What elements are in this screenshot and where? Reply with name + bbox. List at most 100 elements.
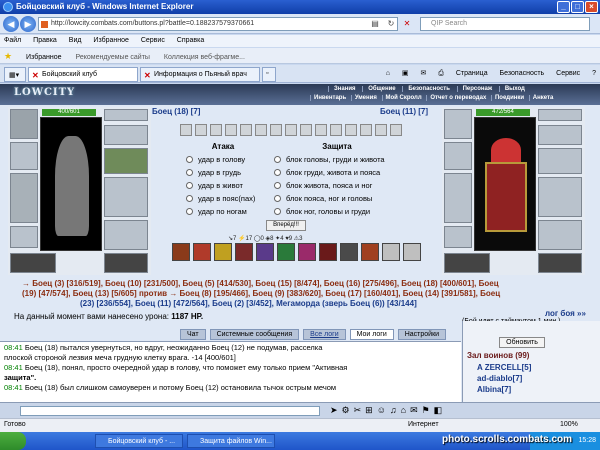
stop-icon[interactable]: ✕ bbox=[400, 17, 414, 31]
menu-help[interactable]: Справка bbox=[177, 37, 204, 44]
skill-icon[interactable] bbox=[340, 243, 358, 261]
nav-profile[interactable]: Анкета bbox=[528, 95, 557, 101]
home-icon[interactable]: ⌂ bbox=[386, 70, 390, 77]
block-option-3[interactable]: блок живота, пояса и ног bbox=[274, 181, 372, 190]
safety-menu[interactable]: Безопасность bbox=[500, 70, 545, 77]
radio-icon[interactable] bbox=[274, 169, 281, 176]
battle-teams-line-3[interactable]: (23) [236/554], Боец (11) [472/564], Бое… bbox=[80, 299, 600, 308]
taskbar-item-protection[interactable]: Защита файлов Win... bbox=[187, 434, 275, 448]
start-button[interactable] bbox=[0, 432, 26, 450]
tools-menu[interactable]: Сервис bbox=[556, 70, 580, 77]
page-menu[interactable]: Страница bbox=[456, 70, 488, 77]
battle-teams-line-1[interactable]: → Боец (3) [316/519], Боец (10) [231/500… bbox=[22, 279, 592, 288]
attack-option-head[interactable]: удар в голову bbox=[186, 155, 245, 164]
web-slice-gallery-link[interactable]: Коллекция веб-фрагме... bbox=[164, 54, 245, 61]
mail-icon[interactable]: ✉ bbox=[420, 70, 426, 77]
radio-icon[interactable] bbox=[186, 182, 193, 189]
skill-icon[interactable] bbox=[298, 243, 316, 261]
ring-slots[interactable] bbox=[104, 109, 148, 121]
back-icon[interactable]: ◀ bbox=[3, 16, 19, 32]
favorites-button[interactable]: Избранное bbox=[26, 54, 61, 61]
tab-settings[interactable]: Настройки bbox=[397, 329, 447, 340]
block-option-2[interactable]: блок груди, живота и пояса bbox=[274, 168, 380, 177]
chat-input[interactable] bbox=[20, 406, 320, 416]
minimize-button[interactable]: _ bbox=[557, 1, 570, 13]
attack-option-belly[interactable]: удар в живот bbox=[186, 181, 243, 190]
gloves-slot[interactable] bbox=[104, 125, 148, 145]
belt-slot[interactable] bbox=[10, 253, 56, 273]
attack-option-chest[interactable]: удар в грудь bbox=[186, 168, 241, 177]
player-item[interactable]: Albina[7] bbox=[477, 385, 511, 394]
legs-slot[interactable] bbox=[104, 177, 148, 217]
shield-slot[interactable] bbox=[104, 148, 148, 174]
radio-icon[interactable] bbox=[186, 195, 193, 202]
tab-info[interactable]: ✕ Информация о Пьяный врач bbox=[140, 67, 260, 82]
zoom-level[interactable]: 100% bbox=[560, 421, 578, 428]
nav-skills[interactable]: Умения bbox=[350, 95, 380, 101]
amulet-slot[interactable] bbox=[10, 142, 38, 170]
refresh-icon[interactable]: ↻ bbox=[384, 17, 398, 31]
nav-scroll[interactable]: Мой Скролл bbox=[381, 95, 425, 101]
menu-edit[interactable]: Правка bbox=[33, 37, 57, 44]
player-item[interactable]: ad-diablo[7] bbox=[477, 374, 522, 383]
radio-icon[interactable] bbox=[274, 156, 281, 163]
url-input[interactable]: http://lowcity.combats.com/buttons.pl?ba… bbox=[38, 17, 398, 31]
nav-character[interactable]: Персонаж bbox=[456, 86, 498, 92]
skill-icon[interactable] bbox=[235, 243, 253, 261]
radio-icon[interactable] bbox=[274, 182, 281, 189]
tab-all-logs[interactable]: Все логи bbox=[303, 329, 346, 340]
boots-slot[interactable] bbox=[104, 220, 148, 250]
refresh-button[interactable]: Обновить bbox=[499, 337, 545, 348]
helmet-slot[interactable] bbox=[10, 109, 38, 139]
print-icon[interactable]: ⎙ bbox=[438, 70, 444, 77]
close-window-button[interactable]: × bbox=[585, 1, 598, 13]
nav-exit[interactable]: Выход bbox=[498, 86, 530, 92]
menu-view[interactable]: Вид bbox=[69, 37, 82, 44]
tab-chat[interactable]: Чат bbox=[180, 329, 206, 340]
nav-chat[interactable]: Общение bbox=[362, 86, 400, 92]
nav-transfers[interactable]: Отчет о переводах bbox=[426, 95, 489, 101]
tab-fight-club[interactable]: ✕ Бойцовский клуб bbox=[28, 67, 138, 82]
skill-icon[interactable] bbox=[256, 243, 274, 261]
attack-option-legs[interactable]: удар по ногам bbox=[186, 207, 247, 216]
skill-icon[interactable] bbox=[319, 243, 337, 261]
nav-battles[interactable]: Поединки bbox=[490, 95, 527, 101]
menu-favorites[interactable]: Избранное bbox=[93, 37, 128, 44]
radio-icon[interactable] bbox=[186, 169, 193, 176]
forward-icon[interactable]: ▶ bbox=[20, 16, 36, 32]
skill-icon[interactable] bbox=[193, 243, 211, 261]
skill-icon[interactable] bbox=[277, 243, 295, 261]
go-button[interactable]: Вперёд!!! bbox=[266, 220, 306, 231]
radio-icon[interactable] bbox=[274, 208, 281, 215]
menu-tools[interactable]: Сервис bbox=[141, 37, 165, 44]
chat-tools[interactable]: ➤⚙✂⊞☺♫⌂✉⚑◧ bbox=[330, 405, 446, 416]
quick-tabs-icon[interactable]: ▦▾ bbox=[4, 67, 26, 82]
block-option-5[interactable]: блок ног, головы и груди bbox=[274, 207, 370, 216]
compat-icon[interactable]: ▤ bbox=[368, 17, 382, 31]
block-option-1[interactable]: блок головы, груди и живота bbox=[274, 155, 385, 164]
favorites-star-icon[interactable]: ★ bbox=[4, 51, 12, 61]
skill-icon[interactable] bbox=[403, 243, 421, 261]
nav-inventory[interactable]: Инвентарь bbox=[310, 95, 349, 101]
armor-slot[interactable] bbox=[10, 226, 38, 248]
radio-icon[interactable] bbox=[274, 195, 281, 202]
nav-security[interactable]: Безопасность bbox=[402, 86, 455, 92]
tab-system-messages[interactable]: Системные сообщения bbox=[209, 329, 300, 340]
suggested-sites-link[interactable]: Рекомендуемые сайты bbox=[75, 54, 149, 61]
skill-icon[interactable] bbox=[214, 243, 232, 261]
weapon-slot[interactable] bbox=[10, 173, 38, 223]
battle-teams-line-2[interactable]: (19) [47/574], Боец (13) [5/605] против … bbox=[22, 289, 592, 298]
feeds-icon[interactable]: ▣ bbox=[402, 70, 409, 77]
nav-knowledge[interactable]: Знания bbox=[328, 86, 361, 92]
taskbar-item-ie[interactable]: Бойцовский клуб - ... bbox=[95, 434, 183, 448]
attack-option-waist[interactable]: удар в пояс(пах) bbox=[186, 194, 255, 203]
battle-log-link[interactable]: лог боя »» bbox=[545, 309, 586, 318]
skill-icon[interactable] bbox=[382, 243, 400, 261]
radio-icon[interactable] bbox=[186, 156, 193, 163]
maximize-button[interactable]: □ bbox=[571, 1, 584, 13]
block-option-4[interactable]: блок пояса, ног и головы bbox=[274, 194, 372, 203]
player-item[interactable]: A ZERCELL[5] bbox=[477, 363, 531, 372]
tab-my-logs[interactable]: Мои логи bbox=[349, 329, 394, 340]
left-extra-slot[interactable] bbox=[104, 253, 148, 273]
menu-file[interactable]: Файл bbox=[4, 37, 21, 44]
